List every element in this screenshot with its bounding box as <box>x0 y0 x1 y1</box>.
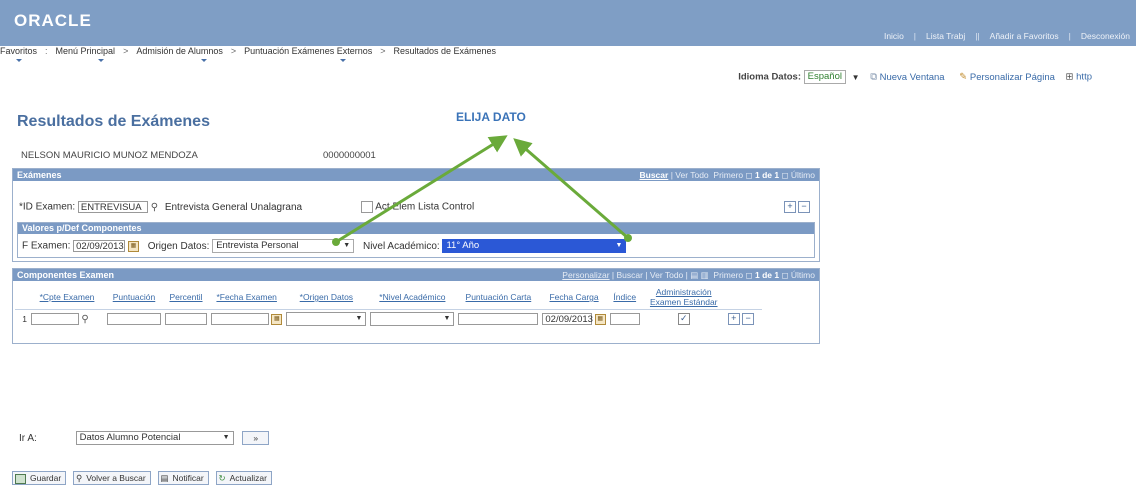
annotation-arrows <box>332 135 632 246</box>
arrow-to-origen <box>335 135 508 244</box>
arrow-start-origen <box>332 238 340 246</box>
arrow-start-nivel <box>624 234 632 242</box>
arrow-to-nivel <box>513 138 629 240</box>
